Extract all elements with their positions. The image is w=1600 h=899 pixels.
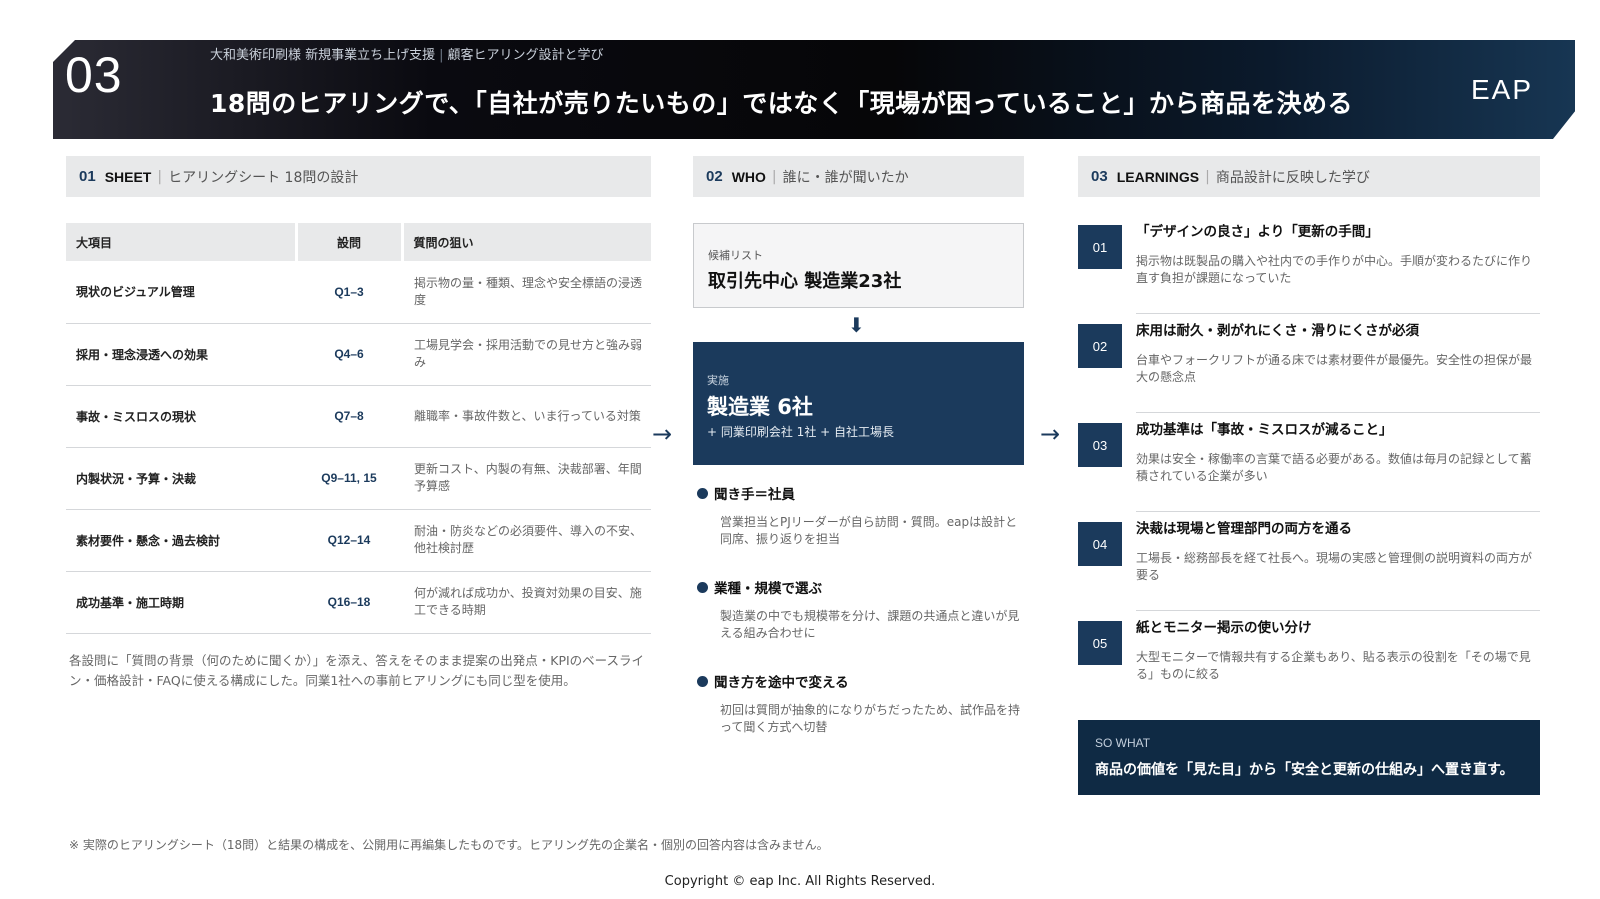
so-what-caption: SO WHAT: [1095, 736, 1151, 750]
header-item: 大項目: [66, 223, 296, 261]
header-question: 設問: [294, 223, 402, 261]
divider: |: [1205, 168, 1210, 185]
so-what-text: 商品の価値を「見た目」から「安全と更新の仕組み」へ置き直す。: [1095, 762, 1514, 778]
divider: |: [439, 48, 444, 63]
row-item: 素材要件・懸念・過去検討: [66, 509, 296, 572]
impl-value: 製造業 6社: [707, 395, 813, 419]
section-who-title: 誰に・誰が聞いたか: [782, 169, 909, 186]
row-question: Q9–11, 15: [296, 447, 402, 510]
divider: [1136, 610, 1540, 611]
section-who-label: 02 WHO | 誰に・誰が聞いたか: [693, 156, 1024, 197]
row-aim: 掲示物の量・種類、理念や安全標語の浸透度: [402, 261, 651, 324]
point-title: 業種・規模で選ぶ: [714, 581, 822, 597]
section-sheet-key: SHEET: [104, 168, 152, 185]
header-subtitle: 大和美術印刷様 新規事業立ち上げ支援 | 顧客ヒアリング設計と学び: [210, 44, 604, 63]
section-learnings-number: 03: [1091, 168, 1108, 185]
hearing-sheet-table: 大項目 設問 質問の狙い 現状のビジュアル管理 Q1–3 掲示物の量・種類、理念…: [66, 223, 651, 634]
row-question: Q16–18: [296, 571, 402, 634]
point-title: 聞き方を途中で変える: [714, 675, 849, 691]
section-learnings-title: 商品設計に反映した学び: [1215, 169, 1370, 186]
row-question: Q7–8: [296, 385, 402, 448]
table-row: 素材要件・懸念・過去検討 Q12–14 耐油・防炎などの必須要件、導入の不安、他…: [66, 509, 651, 572]
arrow-right-icon: →: [1040, 420, 1061, 448]
table-row: 成功基準・施工時期 Q16–18 何が減れば成功か、投資対効果の目安、施工できる…: [66, 571, 651, 634]
learning-number: 01: [1078, 225, 1122, 269]
divider: |: [771, 168, 777, 185]
learning-desc: 台車やフォークリフトが通る床では素材要件が最優先。安全性の担保が最大の懸念点: [1136, 353, 1533, 384]
learning-title: 床用は耐久・剥がれにくさ・滑りにくさが必須: [1136, 323, 1419, 339]
section-sheet-label: 01 SHEET | ヒアリングシート 18問の設計: [66, 156, 651, 197]
learning-number: 03: [1078, 423, 1122, 467]
bullet-icon: [697, 581, 708, 593]
impl-caption: 実施: [707, 374, 729, 387]
candidate-value: 取引先中心 製造業23社: [708, 271, 902, 292]
point-desc: 初回は質問が抽象的になりがちだったため、試作品を持って聞く方式へ切替: [720, 703, 1021, 734]
table-row: 採用・理念浸透への効果 Q4–6 工場見学会・採用活動での見せ方と強み弱み: [66, 323, 651, 386]
header-aim: 質問の狙い: [400, 223, 651, 261]
learning-desc: 掲示物は既製品の購入や社内での手作りが中心。手順が変わるたびに作り直す負担が課題…: [1136, 254, 1533, 285]
section-sheet-title: ヒアリングシート 18問の設計: [168, 169, 359, 186]
bullet-icon: [697, 675, 708, 687]
table-row: 現状のビジュアル管理 Q1–3 掲示物の量・種類、理念や安全標語の浸透度: [66, 261, 651, 324]
row-aim: 耐油・防炎などの必須要件、導入の不安、他社検討歴: [402, 509, 651, 572]
divider: [1136, 511, 1540, 512]
row-question: Q12–14: [296, 509, 402, 572]
learning-desc: 大型モニターで情報共有する企業もあり、貼る表示の役割を「その場で見る」ものに絞る: [1136, 650, 1531, 681]
who-point: 業種・規模で選ぶ 製造業の中でも規模帯を分け、課題の共通点と違いが見える組み合わ…: [697, 577, 1027, 642]
row-question: Q4–6: [296, 323, 402, 386]
implementation-box: 実施 製造業 6社 + 同業印刷会社 1社 + 自社工場長: [693, 342, 1024, 465]
footnote: ※ 実際のヒアリングシート（18問）と結果の構成を、公開用に再編集したものです。…: [69, 838, 829, 852]
divider: |: [157, 168, 163, 185]
point-desc: 営業担当とPJリーダーが自ら訪問・質問。eapは設計と同席、振り返りを担当: [720, 515, 1018, 546]
page-title: 18問のヒアリングで、「自社が売りたいもの」ではなく「現場が困っていること」から…: [210, 89, 1354, 118]
section-learnings-label: 03 LEARNINGS | 商品設計に反映した学び: [1078, 156, 1540, 197]
learning-title: 決裁は現場と管理部門の両方を通る: [1136, 521, 1352, 537]
table-header-row: 大項目 設問 質問の狙い: [66, 223, 651, 261]
who-point: 聞き手＝社員 営業担当とPJリーダーが自ら訪問・質問。eapは設計と同席、振り返…: [697, 483, 1027, 548]
row-item: 成功基準・施工時期: [66, 571, 296, 634]
row-aim: 更新コスト、内製の有無、決裁部署、年間予算感: [402, 447, 651, 510]
learning-desc: 効果は安全・稼働率の言葉で語る必要がある。数値は毎月の記録として蓄積されている企…: [1136, 452, 1532, 483]
impl-extra: + 同業印刷会社 1社 + 自社工場長: [707, 425, 895, 439]
sheet-note: 各設問に「質問の背景（何のために聞くか）」を添え、答えをそのまま提案の出発点・K…: [69, 653, 645, 688]
arrow-right-icon: →: [652, 420, 673, 448]
learning-number: 04: [1078, 522, 1122, 566]
learning-number: 02: [1078, 324, 1122, 368]
section-who-number: 02: [706, 168, 723, 185]
copyright: Copyright © eap Inc. All Rights Reserved…: [664, 874, 936, 889]
learning-number: 05: [1078, 621, 1122, 665]
row-item: 現状のビジュアル管理: [66, 261, 296, 324]
section-number: 03: [65, 47, 123, 103]
section-sheet-number: 01: [79, 168, 96, 185]
row-item: 採用・理念浸透への効果: [66, 323, 296, 386]
row-aim: 何が減れば成功か、投資対効果の目安、施工できる時期: [402, 571, 651, 634]
bullet-icon: [697, 487, 708, 499]
candidate-list-box: 候補リスト 取引先中心 製造業23社: [693, 223, 1024, 308]
who-point: 聞き方を途中で変える 初回は質問が抽象的になりがちだったため、試作品を持って聞く…: [697, 671, 1027, 736]
row-aim: 工場見学会・採用活動での見せ方と強み弱み: [402, 323, 651, 386]
divider: [1136, 412, 1540, 413]
row-question: Q1–3: [296, 261, 402, 324]
point-desc: 製造業の中でも規模帯を分け、課題の共通点と違いが見える組み合わせに: [720, 609, 1020, 640]
row-item: 内製状況・予算・決裁: [66, 447, 296, 510]
section-who-key: WHO: [731, 168, 766, 185]
client-name: 大和美術印刷様 新規事業立ち上げ支援: [210, 48, 436, 63]
eap-logo: EAP: [1470, 74, 1533, 105]
learning-desc: 工場長・総務部長を経て社長へ。現場の実感と管理側の説明資料の両方が要る: [1136, 551, 1533, 582]
row-item: 事故・ミスロスの現状: [66, 385, 296, 448]
row-aim: 離職率・事故件数と、いま行っている対策: [402, 385, 651, 448]
learning-title: 紙とモニター掲示の使い分け: [1136, 620, 1312, 636]
header-band: 03 大和美術印刷様 新規事業立ち上げ支援 | 顧客ヒアリング設計と学び 18問のヒ…: [53, 40, 1575, 139]
table-row: 事故・ミスロスの現状 Q7–8 離職率・事故件数と、いま行っている対策: [66, 385, 651, 448]
section-learnings-key: LEARNINGS: [1116, 168, 1200, 185]
divider: [1136, 313, 1540, 314]
learning-title: 成功基準は「事故・ミスロスが減ること」: [1136, 422, 1393, 438]
table-row: 内製状況・予算・決裁 Q9–11, 15 更新コスト、内製の有無、決裁部署、年間…: [66, 447, 651, 510]
learning-title: 「デザインの良さ」より「更新の手間」: [1136, 224, 1379, 240]
arrow-down-icon: ⬇: [848, 313, 865, 337]
point-title: 聞き手＝社員: [714, 487, 795, 503]
topic-name: 顧客ヒアリング設計と学び: [447, 48, 604, 63]
candidate-caption: 候補リスト: [708, 249, 763, 262]
so-what-box: SO WHAT 商品の価値を「見た目」から「安全と更新の仕組み」へ置き直す。: [1078, 720, 1540, 795]
